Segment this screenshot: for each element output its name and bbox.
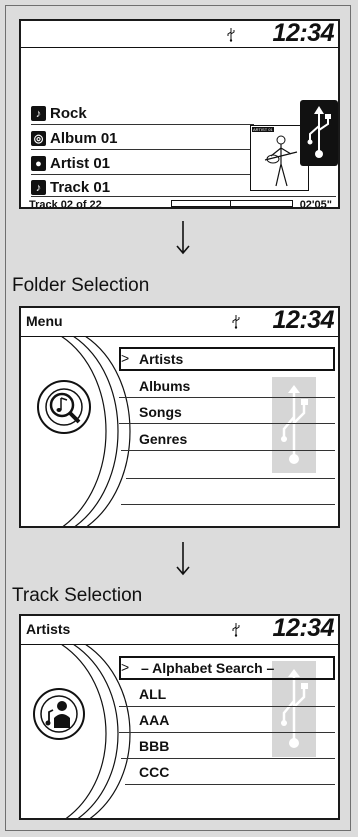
now-playing-screen: 12:34 ♪ Rock ◎ Album 01 ● Artist 01 ♪ Track …	[19, 19, 340, 209]
guitar-icon: ♪	[31, 106, 46, 121]
divider	[31, 124, 254, 125]
progress-bar	[171, 200, 293, 207]
track-row: ♪ Track 01	[31, 179, 110, 196]
folder-menu-screen: Menu 12:34 > Artists Albums Songs Genres	[19, 306, 340, 528]
divider	[119, 732, 335, 733]
status-bar: Menu 12:34	[21, 308, 338, 337]
search-music-icon	[37, 380, 91, 434]
track-position: Track 02 of 22	[29, 199, 102, 209]
usb-icon	[232, 315, 240, 329]
menu-item-artists[interactable]: Artists	[139, 351, 183, 367]
caption-folder-selection: Folder Selection	[12, 275, 150, 296]
down-arrow	[176, 221, 190, 255]
caption-track-selection: Track Selection	[12, 585, 143, 606]
divider	[119, 423, 335, 424]
menu-title: Artists	[26, 621, 71, 637]
artist-row: ● Artist 01	[31, 155, 110, 172]
menu-title: Menu	[26, 313, 63, 329]
divider	[31, 196, 336, 197]
usb-watermark-icon	[272, 377, 316, 473]
divider	[121, 504, 335, 505]
album-row: ◎ Album 01	[31, 130, 118, 147]
down-arrow	[176, 542, 190, 576]
usb-source-tile	[300, 100, 338, 166]
music-note-icon: ♪	[31, 180, 46, 195]
menu-item-ccc[interactable]: CCC	[139, 764, 169, 780]
track-menu-screen: Artists 12:34 > – Alphabet Search – ALL …	[19, 614, 340, 820]
menu-item-songs[interactable]: Songs	[139, 404, 182, 420]
usb-icon	[232, 623, 240, 637]
status-bar: Artists 12:34	[21, 616, 338, 645]
divider	[125, 784, 335, 785]
clock: 12:34	[272, 306, 335, 334]
menu-item-genres[interactable]: Genres	[139, 431, 187, 447]
menu-item-bbb[interactable]: BBB	[139, 738, 169, 754]
status-bar: 12:34	[21, 21, 338, 48]
menu-item-all[interactable]: ALL	[139, 686, 166, 702]
divider	[31, 149, 254, 150]
menu-item-alphabet-search[interactable]: – Alphabet Search –	[141, 660, 274, 676]
chevron-right-icon: >	[121, 659, 130, 675]
artist-search-icon	[33, 688, 85, 740]
divider	[121, 758, 335, 759]
chevron-right-icon: >	[121, 350, 130, 366]
usb-icon	[227, 28, 235, 42]
usb-large-icon	[307, 106, 331, 158]
person-icon: ●	[31, 156, 46, 171]
elapsed-time: 02'05"	[299, 199, 332, 209]
menu-item-aaa[interactable]: AAA	[139, 712, 169, 728]
divider	[119, 397, 335, 398]
divider	[121, 450, 335, 451]
divider	[119, 706, 335, 707]
divider	[31, 174, 254, 175]
clock: 12:34	[272, 614, 335, 642]
disc-icon: ◎	[31, 131, 46, 146]
clock: 12:34	[272, 19, 335, 47]
menu-item-albums[interactable]: Albums	[139, 378, 190, 394]
genre-row: ♪ Rock	[31, 105, 87, 122]
divider	[126, 478, 335, 479]
